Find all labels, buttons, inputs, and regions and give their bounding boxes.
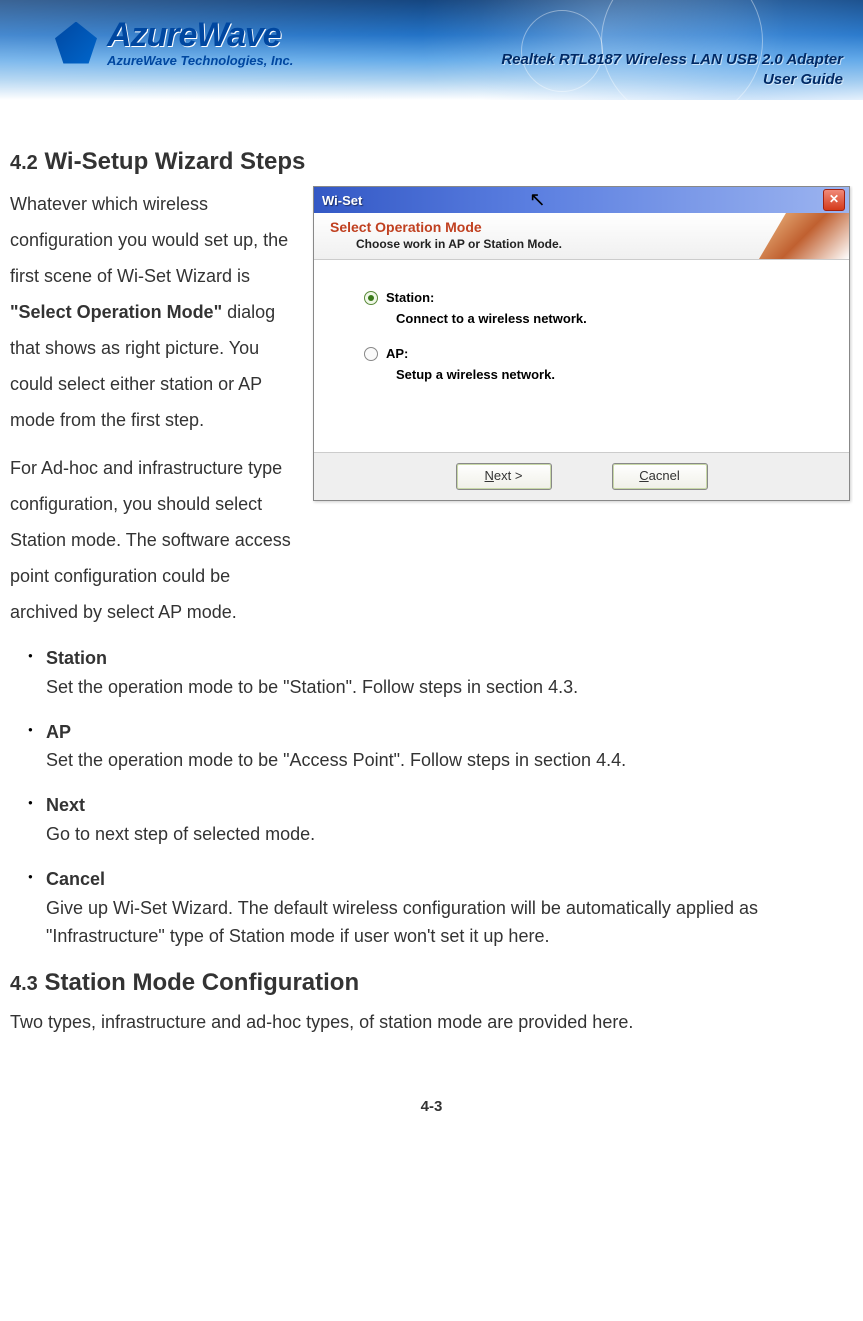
section-number: 4.2: [10, 152, 38, 174]
logo-main-text: AzureWave: [107, 18, 293, 52]
radio-station[interactable]: Station:: [364, 290, 819, 305]
dialog-header-subtitle: Choose work in AP or Station Mode.: [356, 237, 833, 251]
bullet-next: Next Go to next step of selected mode.: [28, 791, 853, 849]
close-button[interactable]: ✕: [823, 189, 845, 211]
logo-sub-text: AzureWave Technologies, Inc.: [107, 54, 293, 67]
intro-para-1: Whatever which wireless configuration yo…: [10, 186, 300, 438]
bullet-list: Station Set the operation mode to be "St…: [10, 644, 853, 951]
dialog-titlebar: Wi-Set ↖ ✕: [314, 187, 849, 213]
radio-station-label: Station:: [386, 290, 434, 305]
bullet-cancel-title: Cancel: [46, 865, 853, 894]
doc-title-line1: Realtek RTL8187 Wireless LAN USB 2.0 Ada…: [501, 51, 843, 68]
bullet-station: Station Set the operation mode to be "St…: [28, 644, 853, 702]
dialog-header-panel: Select Operation Mode Choose work in AP …: [314, 213, 849, 260]
radio-ap[interactable]: AP:: [364, 346, 819, 361]
cursor-icon: ↖: [529, 187, 546, 212]
section-4-2-heading: 4.2 Wi-Setup Wizard Steps: [10, 148, 853, 176]
radio-icon-selected: [364, 291, 378, 305]
next-button[interactable]: Next >: [456, 463, 552, 490]
brand-logo: AzureWave AzureWave Technologies, Inc.: [55, 18, 293, 67]
bullet-ap: AP Set the operation mode to be "Access …: [28, 718, 853, 776]
bullet-cancel-desc: Give up Wi-Set Wizard. The default wirel…: [46, 898, 758, 947]
intro-text-column: Whatever which wireless configuration yo…: [10, 186, 300, 630]
logo-icon: [55, 22, 97, 64]
radio-station-desc: Connect to a wireless network.: [396, 311, 819, 326]
bullet-ap-title: AP: [46, 718, 853, 747]
intro-wrap: Whatever which wireless configuration yo…: [10, 186, 853, 630]
section-title: Station Mode Configuration: [44, 969, 359, 996]
wizard-screenshot: Wi-Set ↖ ✕ Select Operation Mode Choose …: [313, 186, 853, 501]
section-4-3-heading: 4.3 Station Mode Configuration: [10, 969, 853, 997]
section-title: Wi-Setup Wizard Steps: [44, 148, 305, 175]
dialog-body: Station: Connect to a wireless network. …: [314, 260, 849, 452]
logo-text-block: AzureWave AzureWave Technologies, Inc.: [107, 18, 293, 67]
bullet-station-title: Station: [46, 644, 853, 673]
radio-ap-desc: Setup a wireless network.: [396, 367, 819, 382]
intro-para-2: For Ad-hoc and infrastructure type confi…: [10, 450, 300, 630]
radio-ap-label: AP:: [386, 346, 408, 361]
doc-title: Realtek RTL8187 Wireless LAN USB 2.0 Ada…: [501, 50, 843, 89]
page-content: 4.2 Wi-Setup Wizard Steps Whatever which…: [0, 100, 863, 1145]
page-header: AzureWave AzureWave Technologies, Inc. R…: [0, 0, 863, 100]
bullet-station-desc: Set the operation mode to be "Station". …: [46, 677, 578, 697]
section-number: 4.3: [10, 973, 38, 995]
wiset-dialog: Wi-Set ↖ ✕ Select Operation Mode Choose …: [313, 186, 850, 501]
radio-icon-unselected: [364, 347, 378, 361]
section-4-3-para: Two types, infrastructure and ad-hoc typ…: [10, 1007, 853, 1038]
doc-title-line2: User Guide: [763, 71, 843, 88]
bullet-ap-desc: Set the operation mode to be "Access Poi…: [46, 750, 626, 770]
dialog-header-title: Select Operation Mode: [330, 219, 833, 235]
cancel-button[interactable]: Cacnel: [612, 463, 708, 490]
bullet-next-title: Next: [46, 791, 853, 820]
page-number: 4-3: [10, 1098, 853, 1135]
bullet-cancel: Cancel Give up Wi-Set Wizard. The defaul…: [28, 865, 853, 951]
bullet-next-desc: Go to next step of selected mode.: [46, 824, 315, 844]
dialog-window-title: Wi-Set: [322, 193, 362, 208]
dialog-footer: Next > Cacnel: [314, 452, 849, 500]
